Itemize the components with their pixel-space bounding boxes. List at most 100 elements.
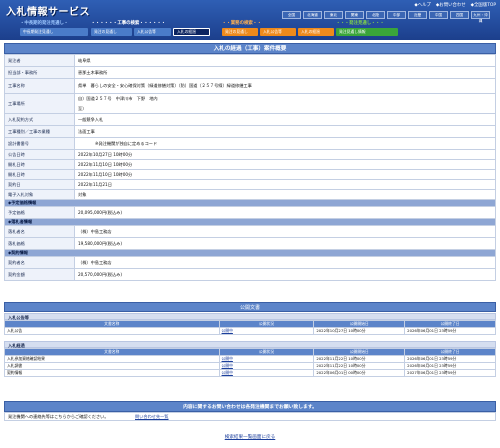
section-contract: ◆契約情報	[4, 249, 496, 257]
region-tab-hokuriku[interactable]: 北陸	[366, 11, 385, 19]
region-tab-hokkaido[interactable]: 北海道	[303, 11, 322, 19]
section-winner: ◆落札者情報	[4, 218, 496, 226]
col-doc-name: 文書名称	[4, 348, 220, 356]
contractor-name-value: （株）中島工務店	[74, 256, 496, 269]
col-doc-name: 文書名称	[4, 320, 220, 328]
doc-end: 2026年06月01日 23時59分	[404, 355, 496, 363]
doc-end: 2026年06月01日 23時59分	[404, 327, 496, 335]
header-links: ◆ヘルプ ◆お問い合わせ ◆全国版TOP	[414, 2, 496, 8]
doc-start: 2022年06月01日 00時00分	[313, 369, 406, 377]
back-to-results-link[interactable]: 検索結果一覧画面に戻る	[0, 434, 500, 440]
doc-start: 2022年10月27日 10時00分	[313, 327, 406, 335]
table-row: 契約情報 公開中 2022年06月01日 00時00分 2027年06月01日 …	[4, 369, 496, 377]
region-tab-tohoku[interactable]: 東北	[324, 11, 343, 19]
contact-link[interactable]: ◆お問い合わせ	[436, 2, 466, 8]
doc-status-link[interactable]: 公開中	[218, 355, 315, 363]
tab-construction-forecast[interactable]: 発注の見通し	[91, 28, 132, 36]
planned-price-value: 20,095,000円(税込み)	[74, 206, 496, 219]
table-row: 入札調書 公開中 2022年11月22日 10時00分 2026年06月01日 …	[4, 362, 496, 370]
region-tab-zenkoku[interactable]: 全国	[282, 11, 301, 19]
design-value: ※発注機関が独自に定めるコード	[74, 137, 496, 150]
table-row: 入札公告 公開中 2022年10月27日 10時00分 2026年06月01日 …	[4, 327, 496, 335]
group-label-construction: ・・・・・・工事の検索・・・・・・	[91, 21, 166, 26]
tab-services-notices[interactable]: 入札公告等	[260, 28, 296, 36]
issuer-value: 岐阜県	[74, 54, 496, 67]
tab-construction-results[interactable]: 入札の経過	[173, 28, 210, 36]
app-logo[interactable]: 入札情報サービス	[6, 3, 90, 18]
group-label-longterm: ・中長期的発注見通し・	[20, 21, 69, 26]
doc-status-link[interactable]: 公開中	[218, 362, 315, 370]
tab-services-results[interactable]: 入札の経過	[298, 28, 334, 36]
tabs-longterm: 中長期発注見通し	[20, 28, 88, 36]
contract-amount-label: 契約金額	[4, 268, 75, 281]
region-tab-shikoku[interactable]: 四国	[450, 11, 469, 19]
col-start: 公開開始日	[313, 320, 406, 328]
planned-price-label: 予定価格	[4, 206, 75, 219]
tab-services-forecast[interactable]: 発注の見通し	[222, 28, 258, 36]
work-name-label: 工事名称	[4, 78, 75, 94]
location-from: 自）国道２５７号 中津川市 下野 地内	[78, 95, 158, 101]
section-planned-price: ◆予定価格情報	[4, 199, 496, 207]
notice-date-value: 2022年10月27日 10時00分	[74, 149, 496, 160]
help-link[interactable]: ◆ヘルプ	[414, 2, 431, 8]
notice-date-label: 公告日時	[4, 149, 75, 160]
method-value: 一般競争入札	[74, 113, 496, 126]
region-tab-kyushu[interactable]: 九州・沖縄	[471, 11, 490, 23]
doc-name: 契約情報	[4, 369, 220, 377]
tabs-construction: 発注の見通し 入札公告等 入札の経過	[91, 28, 210, 36]
contract-date-label: 契約日	[4, 179, 75, 190]
docs-group1-title: 入札公告等	[4, 313, 496, 320]
contact-row: 発注機関への連絡先等はこちらからご確認ください。 問い合わせ先一覧	[4, 412, 496, 421]
col-status: 公開状況	[218, 348, 315, 356]
tabs-forecast: 発注見通し情報	[336, 28, 398, 36]
open-date-label: 開札日時	[4, 159, 75, 170]
doc-start: 2022年11月22日 10時00分	[313, 362, 406, 370]
tab-longterm-forecast[interactable]: 中長期発注見通し	[20, 28, 88, 36]
contract-date-value: 2022年11月21日	[74, 179, 496, 190]
category-label: 工事種別／工事の業種	[4, 125, 75, 138]
ebid-label: 電子入札対象	[4, 189, 75, 200]
docs-group2-table: 文書名称 公開状況 公開開始日 公開終了日 入札参加資格確認結果 公開中 202…	[4, 348, 496, 377]
region-nav: 全国 北海道 東北 関東 北陸 中部 近畿 中国 四国 九州・沖縄	[282, 11, 490, 23]
tab-construction-notices[interactable]: 入札公告等	[134, 28, 171, 36]
contact-text: 発注機関への連絡先等はこちらからご確認ください。	[8, 414, 109, 419]
tab-forecast-info[interactable]: 発注見通し情報	[336, 28, 398, 36]
contact-title: 内容に関するお問い合わせは各発注機関までお願い致します。	[4, 401, 496, 412]
open-date-value: 2022年11月10日 10時00分	[74, 159, 496, 170]
doc-name: 入札参加資格確認結果	[4, 355, 220, 363]
table-row: 入札参加資格確認結果 公開中 2022年11月22日 10時00分 2026年0…	[4, 355, 496, 363]
col-end: 公開終了日	[404, 320, 496, 328]
region-tab-chubu[interactable]: 中部	[387, 11, 406, 19]
tabs-services: 発注の見通し 入札公告等 入札の経過	[222, 28, 334, 36]
region-tab-kinki[interactable]: 近畿	[408, 11, 427, 19]
national-top-link[interactable]: ◆全国版TOP	[471, 2, 496, 8]
group-label-forecast: ・・・発注見通し・・・	[336, 21, 385, 26]
issuer-label: 発注者	[4, 54, 75, 67]
site-header: 入札情報サービス ◆ヘルプ ◆お問い合わせ ◆全国版TOP 全国 北海道 東北 …	[0, 0, 500, 40]
region-tab-kanto[interactable]: 関東	[345, 11, 364, 19]
main-content: 入札の経過（工事）案件概要 発注者 岐阜県 担当部・事務所 恵那土木事務所 工事名称…	[0, 43, 500, 281]
doc-status-link[interactable]: 公開中	[218, 369, 315, 377]
public-docs-title: 公開文書	[4, 302, 496, 312]
contractor-name-label: 契約者名	[4, 256, 75, 269]
location-to: 至）	[78, 105, 87, 111]
winner-price-value: 19,580,000円(税込み)	[74, 237, 496, 250]
doc-end: 2027年06月01日 23時59分	[404, 369, 496, 377]
office-label: 担当部・事務所	[4, 66, 75, 79]
location-label: 工事場所	[4, 93, 75, 114]
doc-status-link[interactable]: 公開中	[218, 327, 315, 335]
work-name-value: 県単 暮らしの安全・安心確保対策（緑道修繕対策）（防）国道（２５７号線）緑道修繕…	[74, 78, 496, 94]
location-value: 自）国道２５７号 中津川市 下野 地内 至）	[74, 93, 496, 114]
winner-name-label: 落札者名	[4, 225, 75, 238]
doc-end: 2026年06月01日 23時59分	[404, 362, 496, 370]
docs-group1-table: 文書名称 公開状況 公開開始日 公開終了日 入札公告 公開中 2022年10月2…	[4, 320, 496, 335]
col-status: 公開状況	[218, 320, 315, 328]
col-end: 公開終了日	[404, 348, 496, 356]
detail-table: 発注者 岐阜県 担当部・事務所 恵那土木事務所 工事名称 県単 暮らしの安全・安心確保…	[4, 54, 496, 281]
winner-price-label: 落札価格	[4, 237, 75, 250]
region-tab-chugoku[interactable]: 中国	[429, 11, 448, 19]
contract-amount-value: 20,570,000円(税込み)	[74, 268, 496, 281]
bid-date-label: 開札日時	[4, 169, 75, 180]
contact-list-link[interactable]: 問い合わせ先一覧	[135, 413, 169, 421]
design-label: 設計書番号	[4, 137, 75, 150]
